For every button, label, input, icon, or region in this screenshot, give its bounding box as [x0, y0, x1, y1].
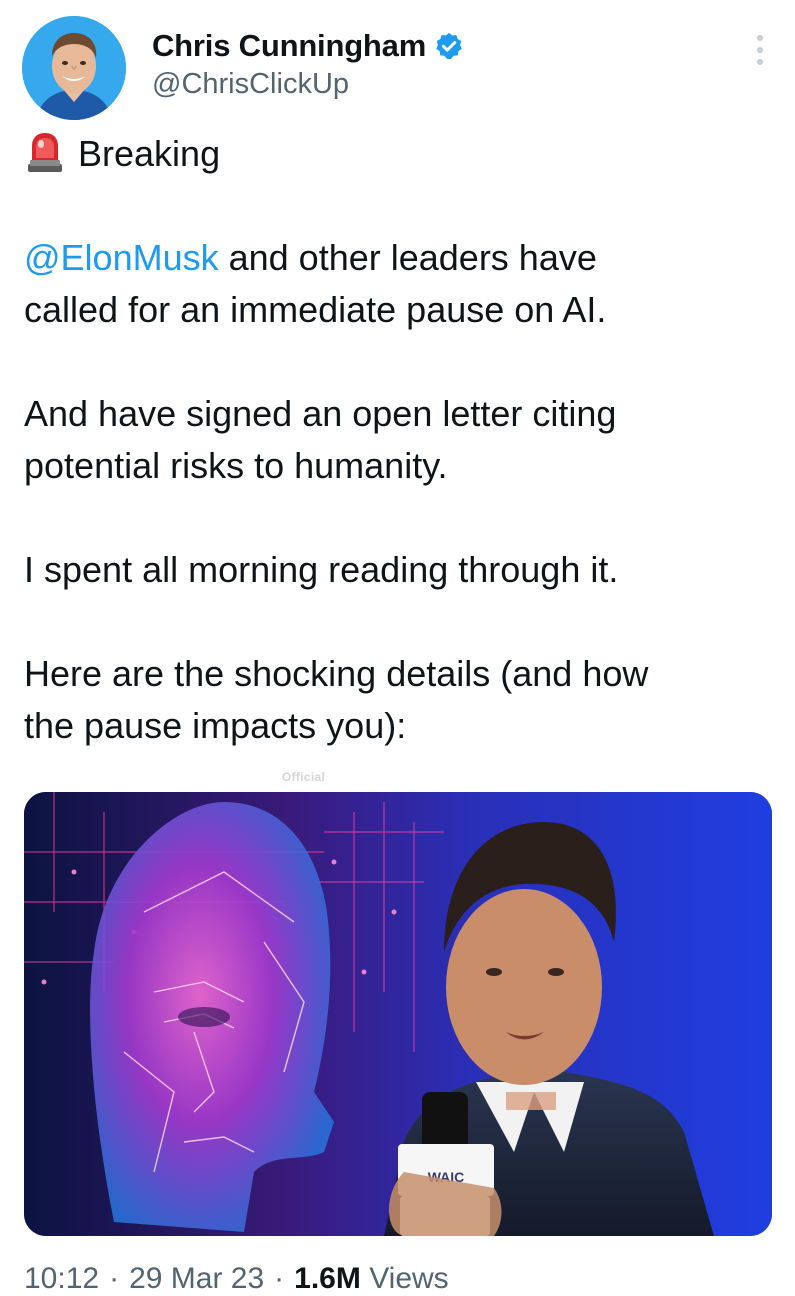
tweet-line: Here are the shocking details (and how	[24, 653, 649, 694]
tweet-media-image[interactable]: WAIC	[24, 792, 772, 1236]
media-illustration: WAIC	[24, 792, 772, 1236]
author-handle[interactable]: @ChrisClickUp	[152, 68, 464, 101]
watermark-text: Official	[282, 770, 326, 784]
tweet-line: the pause impacts you):	[24, 705, 407, 746]
breaking-label: Breaking	[78, 133, 221, 174]
tweet-line: @ElonMusk and other leaders have	[24, 232, 764, 284]
tweet-lead-line: Breaking	[24, 128, 764, 180]
views-label: Views	[369, 1262, 449, 1295]
tweet-line: called for an immediate pause on AI.	[24, 289, 607, 330]
more-vertical-icon[interactable]	[750, 32, 770, 68]
tweet-time[interactable]: 10:12	[24, 1262, 99, 1295]
tweet-line: potential risks to humanity.	[24, 445, 448, 486]
avatar[interactable]	[22, 16, 126, 120]
tweet-date[interactable]: 29 Mar 23	[129, 1262, 264, 1295]
separator: ·	[274, 1262, 285, 1295]
separator: ·	[109, 1262, 120, 1295]
mention-link[interactable]: @ElonMusk	[24, 237, 219, 278]
tweet-text-segment: and other leaders have	[218, 237, 597, 278]
avatar-photo	[22, 16, 126, 120]
tweet-footer: 10:12 · 29 Mar 23 · 1.6M Views	[24, 1262, 449, 1296]
police-siren-icon	[24, 130, 66, 174]
tweet-line: And have signed an open letter citing	[24, 393, 617, 434]
tweet-header: Chris Cunningham @ChrisClickUp	[22, 16, 774, 120]
tweet-line: I spent all morning reading through it.	[24, 549, 619, 590]
verified-badge-icon	[434, 31, 464, 61]
author-info: Chris Cunningham @ChrisClickUp	[152, 26, 464, 101]
tweet-body: Breaking @ElonMusk and other leaders hav…	[24, 128, 764, 752]
views-count: 1.6M	[294, 1262, 361, 1295]
author-display-name[interactable]: Chris Cunningham	[152, 28, 426, 64]
